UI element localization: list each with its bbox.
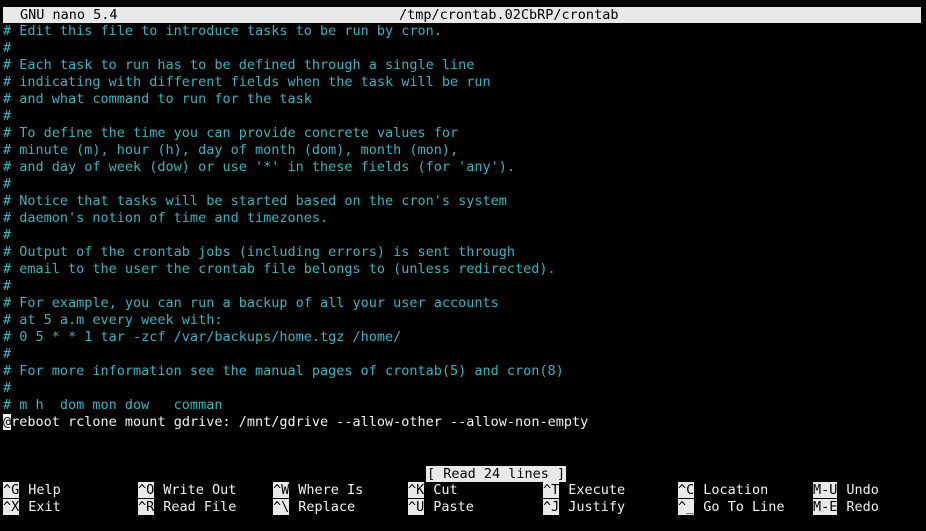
shortcut-location[interactable]: ^C Location <box>678 482 768 499</box>
shortcut-key: ^X <box>3 499 20 515</box>
comment-line[interactable]: # Each task to run has to be defined thr… <box>3 57 921 74</box>
shortcut-paste[interactable]: ^U Paste <box>408 499 474 516</box>
shortcut-key: M-U <box>813 482 838 498</box>
comment-line[interactable]: # <box>3 278 921 295</box>
shortcut-help[interactable]: ^G Help <box>3 482 61 499</box>
comment-line[interactable]: # indicating with different fields when … <box>3 74 921 91</box>
nano-title-bar: GNU nano 5.4 /tmp/crontab.02CbRP/crontab <box>3 7 921 23</box>
shortcut-key: ^T <box>543 482 560 498</box>
comment-line[interactable]: # <box>3 176 921 193</box>
shortcut-key: ^C <box>678 482 695 498</box>
shortcut-replace[interactable]: ^\ Replace <box>273 499 355 516</box>
shortcut-execute[interactable]: ^T Execute <box>543 482 625 499</box>
shortcut-write-out[interactable]: ^O Write Out <box>138 482 236 499</box>
shortcut-key: ^\ <box>273 499 290 515</box>
shortcut-label: Undo <box>846 482 879 498</box>
comment-line[interactable]: # For example, you can run a backup of a… <box>3 295 921 312</box>
shortcut-key: ^W <box>273 482 290 498</box>
shortcut-read-file[interactable]: ^R Read File <box>138 499 236 516</box>
editor-area[interactable]: # Edit this file to introduce tasks to b… <box>3 23 921 431</box>
shortcut-label: Cut <box>433 482 458 498</box>
shortcut-label: Justify <box>568 499 626 515</box>
crontab-entry-line[interactable]: @reboot rclone mount gdrive: /mnt/gdrive… <box>3 414 921 431</box>
shortcut-undo[interactable]: M-U Undo <box>813 482 879 499</box>
shortcut-justify[interactable]: ^J Justify <box>543 499 625 516</box>
shortcut-label: Write Out <box>163 482 237 498</box>
comment-line[interactable]: # Edit this file to introduce tasks to b… <box>3 23 921 40</box>
comment-line[interactable]: # and day of week (dow) or use '*' in th… <box>3 159 921 176</box>
file-path: /tmp/crontab.02CbRP/crontab <box>399 7 619 23</box>
comment-line[interactable]: # daemon's notion of time and timezones. <box>3 210 921 227</box>
comment-line[interactable]: # Notice that tasks will be started base… <box>3 193 921 210</box>
app-version: GNU nano 5.4 <box>20 7 118 23</box>
comment-line[interactable]: # For more information see the manual pa… <box>3 363 921 380</box>
comment-line[interactable]: # at 5 a.m every week with: <box>3 312 921 329</box>
shortcut-go-to-line[interactable]: ^_ Go To Line <box>678 499 785 516</box>
shortcut-label: Paste <box>433 499 474 515</box>
shortcut-label: Go To Line <box>703 499 785 515</box>
shortcut-label: Read File <box>163 499 237 515</box>
shortcut-key: ^R <box>138 499 155 515</box>
shortcut-key: ^_ <box>678 499 695 515</box>
comment-line[interactable]: # m h dom mon dow comman <box>3 397 921 414</box>
shortcut-label: Help <box>28 482 61 498</box>
shortcut-key: ^G <box>3 482 20 498</box>
comment-line[interactable]: # To define the time you can provide con… <box>3 125 921 142</box>
comment-line[interactable]: # <box>3 40 921 57</box>
shortcut-key: ^J <box>543 499 560 515</box>
shortcut-key: ^K <box>408 482 425 498</box>
shortcut-key: M-E <box>813 499 838 515</box>
shortcut-key: ^U <box>408 499 425 515</box>
shortcut-where-is[interactable]: ^W Where Is <box>273 482 363 499</box>
comment-line[interactable]: # <box>3 227 921 244</box>
shortcut-exit[interactable]: ^X Exit <box>3 499 61 516</box>
crontab-command: reboot rclone mount gdrive: /mnt/gdrive … <box>11 414 589 430</box>
shortcut-cut[interactable]: ^K Cut <box>408 482 458 499</box>
shortcut-label: Exit <box>28 499 61 515</box>
shortcut-label: Redo <box>846 499 879 515</box>
comment-line[interactable]: # and what command to run for the task <box>3 91 921 108</box>
shortcut-label: Replace <box>298 499 356 515</box>
comment-line[interactable]: # minute (m), hour (h), day of month (do… <box>3 142 921 159</box>
shortcut-label: Execute <box>568 482 626 498</box>
comment-line[interactable]: # 0 5 * * 1 tar -zcf /var/backups/home.t… <box>3 329 921 346</box>
terminal-window[interactable]: GNU nano 5.4 /tmp/crontab.02CbRP/crontab… <box>3 6 923 526</box>
text-cursor: @ <box>3 414 12 430</box>
shortcut-redo[interactable]: M-E Redo <box>813 499 879 516</box>
shortcut-label: Where Is <box>298 482 364 498</box>
comment-line[interactable]: # email to the user the crontab file bel… <box>3 261 921 278</box>
comment-line[interactable]: # <box>3 380 921 397</box>
status-message: [ Read 24 lines ] <box>426 466 567 482</box>
shortcut-key: ^O <box>138 482 155 498</box>
comment-line[interactable]: # <box>3 108 921 125</box>
comment-line[interactable]: # <box>3 346 921 363</box>
shortcut-label: Location <box>703 482 769 498</box>
comment-line[interactable]: # Output of the crontab jobs (including … <box>3 244 921 261</box>
